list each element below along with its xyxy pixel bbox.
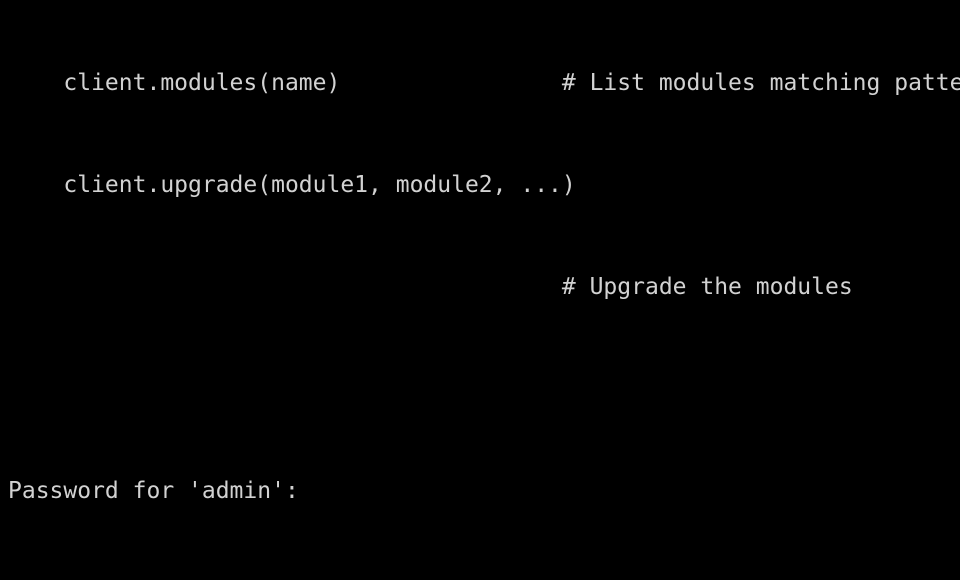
- terminal-window[interactable]: client.modules(name) # List modules matc…: [0, 0, 960, 580]
- password-prompt-line: Password for 'admin':: [8, 478, 299, 504]
- terminal-line: # Upgrade the modules: [8, 274, 853, 300]
- terminal-screen: client.modules(name) # List modules matc…: [8, 0, 960, 580]
- login-message-line: Logged in as 'admin': [8, 576, 960, 580]
- terminal-line: client.modules(name) # List modules matc…: [8, 70, 960, 96]
- terminal-line: client.upgrade(module1, module2, ...): [8, 172, 576, 198]
